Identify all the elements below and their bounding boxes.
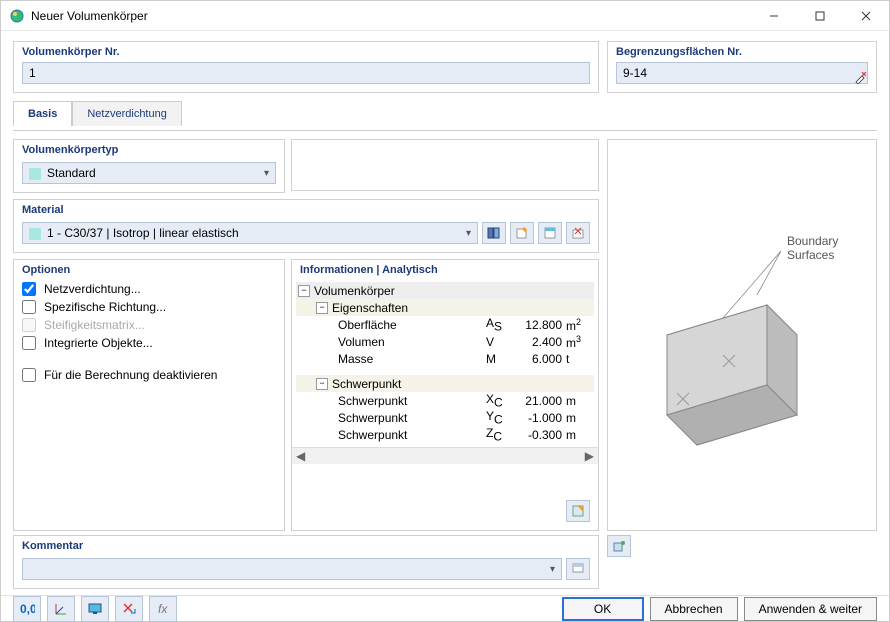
information-title: Informationen | Analytisch — [300, 264, 590, 276]
info-calculate-button[interactable] — [566, 500, 590, 522]
material-edit-button[interactable] — [538, 222, 562, 244]
boundary-surfaces-input[interactable] — [616, 62, 868, 84]
function-button[interactable]: fx — [149, 596, 177, 622]
axes-button[interactable] — [47, 596, 75, 622]
information-group: Informationen | Analytisch −Volumenkörpe… — [291, 259, 599, 531]
material-group: Material 1 - C30/37 | Isotrop | linear e… — [13, 199, 599, 253]
centroid-row-x: SchwerpunktXC21.000m — [296, 392, 594, 409]
tree-node-volume[interactable]: −Volumenkörper — [296, 282, 594, 299]
tab-mesh-refinement[interactable]: Netzverdichtung — [72, 101, 182, 126]
bottom-toolbar: 0,00 fx OK Abbrechen Anwenden & weiter — [1, 595, 889, 622]
info-tree: −Volumenkörper −Eigenschaften Oberfläche… — [292, 278, 598, 496]
app-icon — [9, 8, 25, 24]
info-scrollbar[interactable]: ◀▶ — [292, 447, 598, 464]
boundary-surfaces-panel: Begrenzungsflächen Nr. — [607, 41, 877, 93]
preview-tools — [607, 535, 877, 589]
reset-button[interactable] — [115, 596, 143, 622]
collapse-icon[interactable]: − — [316, 302, 328, 314]
material-library-button[interactable] — [482, 222, 506, 244]
options-group: Optionen Netzverdichtung... Spezifische … — [13, 259, 285, 531]
titlebar: Neuer Volumenkörper — [1, 1, 889, 31]
volume-type-group: Volumenkörpertyp Standard ▾ — [13, 139, 285, 193]
comment-title: Kommentar — [22, 540, 590, 552]
prop-row-mass: MasseM6.000t — [296, 350, 594, 367]
centroid-row-z: SchwerpunktZC-0.300m — [296, 426, 594, 443]
boundary-surfaces-label: Begrenzungsflächen Nr. — [616, 46, 868, 58]
option-stiffness-matrix: Steifigkeitsmatrix... — [22, 318, 276, 332]
apply-continue-button[interactable]: Anwenden & weiter — [744, 597, 877, 621]
material-color-swatch — [29, 228, 41, 240]
option-integrated-objects[interactable]: Integrierte Objekte... — [22, 336, 276, 350]
tab-basis[interactable]: Basis — [13, 101, 72, 126]
option-mesh-refinement[interactable]: Netzverdichtung... — [22, 282, 276, 296]
display-button[interactable] — [81, 596, 109, 622]
volume-type-title: Volumenkörpertyp — [22, 144, 276, 156]
volume-number-label: Volumenkörper Nr. — [22, 46, 590, 58]
centroid-row-y: SchwerpunktYC-1.000m — [296, 409, 594, 426]
cancel-button[interactable]: Abbrechen — [650, 597, 738, 621]
prop-row-surface: OberflächeAS12.800m2 — [296, 316, 594, 333]
preview-3d[interactable]: Boundary Surfaces — [607, 139, 877, 531]
preview-label2: Surfaces — [787, 248, 834, 262]
volume-number-input[interactable] — [22, 62, 590, 84]
preview-settings-button[interactable] — [607, 535, 631, 557]
preview-label: Boundary — [787, 234, 838, 248]
minimize-button[interactable] — [751, 1, 797, 31]
material-new-button[interactable] — [510, 222, 534, 244]
tree-node-centroid[interactable]: −Schwerpunkt — [296, 375, 594, 392]
collapse-icon[interactable]: − — [298, 285, 310, 297]
material-select[interactable]: 1 - C30/37 | Isotrop | linear elastisch … — [22, 222, 478, 244]
close-button[interactable] — [843, 1, 889, 31]
comment-group: Kommentar ▾ — [13, 535, 599, 589]
material-delete-button[interactable] — [566, 222, 590, 244]
prop-row-volume: VolumenV2.400m3 — [296, 333, 594, 350]
option-specific-direction[interactable]: Spezifische Richtung... — [22, 300, 276, 314]
collapse-icon[interactable]: − — [316, 378, 328, 390]
comment-pick-button[interactable] — [566, 558, 590, 580]
volume-number-panel: Volumenkörper Nr. — [13, 41, 599, 93]
maximize-button[interactable] — [797, 1, 843, 31]
material-title: Material — [22, 204, 590, 216]
tab-bar: Basis Netzverdichtung — [13, 101, 877, 126]
svg-text:0,00: 0,00 — [20, 602, 35, 616]
scroll-left-icon[interactable]: ◀ — [296, 449, 305, 463]
boundary-picker-icon[interactable] — [852, 68, 870, 86]
units-button[interactable]: 0,00 — [13, 596, 41, 622]
window-title: Neuer Volumenkörper — [31, 9, 751, 23]
ok-button[interactable]: OK — [562, 597, 644, 621]
chevron-down-icon: ▾ — [550, 564, 555, 575]
options-title: Optionen — [22, 264, 276, 276]
chevron-down-icon: ▾ — [264, 168, 269, 179]
comment-input[interactable]: ▾ — [22, 558, 562, 580]
scroll-right-icon[interactable]: ▶ — [585, 449, 594, 463]
svg-text:fx: fx — [158, 602, 168, 616]
volume-type-select[interactable]: Standard ▾ — [22, 162, 276, 184]
type-color-swatch — [29, 168, 41, 180]
option-deactivate[interactable]: Für die Berechnung deaktivieren — [22, 368, 276, 382]
tree-node-properties[interactable]: −Eigenschaften — [296, 299, 594, 316]
chevron-down-icon: ▾ — [466, 228, 471, 239]
blank-panel — [291, 139, 599, 191]
